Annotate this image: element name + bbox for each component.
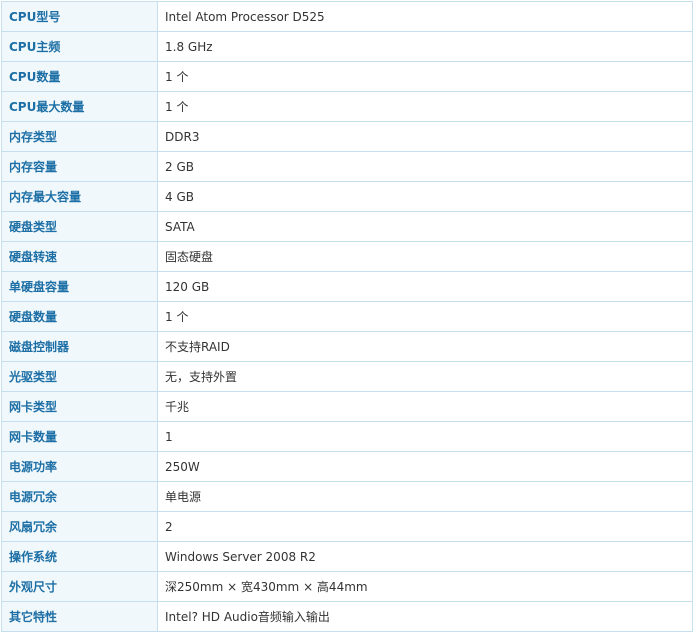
spec-value: 千兆 <box>157 391 693 422</box>
spec-value: 2 GB <box>157 151 693 182</box>
spec-key: 内存最大容量 <box>1 181 158 212</box>
spec-key: 电源功率 <box>1 451 158 482</box>
spec-row: 硬盘类型 SATA <box>1 211 693 242</box>
spec-row: 操作系统 Windows Server 2008 R2 <box>1 541 693 572</box>
spec-value: 1 个 <box>157 301 693 332</box>
spec-row: CPU数量 1 个 <box>1 61 693 92</box>
spec-value: 1.8 GHz <box>157 31 693 62</box>
spec-key: CPU数量 <box>1 61 158 92</box>
spec-key: 网卡数量 <box>1 421 158 452</box>
spec-table: CPU型号 Intel Atom Processor D525 CPU主频 1.… <box>1 1 693 632</box>
spec-row: 电源冗余 单电源 <box>1 481 693 512</box>
spec-value: 120 GB <box>157 271 693 302</box>
spec-key: 磁盘控制器 <box>1 331 158 362</box>
spec-key: 其它特性 <box>1 601 158 632</box>
spec-row: 风扇冗余 2 <box>1 511 693 542</box>
spec-row: 网卡数量 1 <box>1 421 693 452</box>
spec-key: 硬盘类型 <box>1 211 158 242</box>
spec-value: 固态硬盘 <box>157 241 693 272</box>
spec-key: 单硬盘容量 <box>1 271 158 302</box>
spec-key: 内存类型 <box>1 121 158 152</box>
spec-row: CPU型号 Intel Atom Processor D525 <box>1 1 693 32</box>
spec-key: 电源冗余 <box>1 481 158 512</box>
spec-row: 硬盘数量 1 个 <box>1 301 693 332</box>
spec-value: DDR3 <box>157 121 693 152</box>
spec-row: 电源功率 250W <box>1 451 693 482</box>
spec-row: 内存类型 DDR3 <box>1 121 693 152</box>
spec-row: CPU最大数量 1 个 <box>1 91 693 122</box>
spec-key: 内存容量 <box>1 151 158 182</box>
spec-value: Intel? HD Audio音频输入输出 <box>157 601 693 632</box>
spec-value: 1 个 <box>157 61 693 92</box>
spec-key: 风扇冗余 <box>1 511 158 542</box>
spec-key: CPU主频 <box>1 31 158 62</box>
spec-value: 4 GB <box>157 181 693 212</box>
spec-value: 250W <box>157 451 693 482</box>
spec-value: Windows Server 2008 R2 <box>157 541 693 572</box>
spec-value: SATA <box>157 211 693 242</box>
spec-table-body: CPU型号 Intel Atom Processor D525 CPU主频 1.… <box>1 1 693 632</box>
spec-value: 不支持RAID <box>157 331 693 362</box>
spec-row: 内存容量 2 GB <box>1 151 693 182</box>
spec-value: 1 个 <box>157 91 693 122</box>
spec-value: 单电源 <box>157 481 693 512</box>
spec-value: 无，支持外置 <box>157 361 693 392</box>
spec-row: 磁盘控制器 不支持RAID <box>1 331 693 362</box>
spec-row: 网卡类型 千兆 <box>1 391 693 422</box>
spec-row: 硬盘转速 固态硬盘 <box>1 241 693 272</box>
spec-key: 光驱类型 <box>1 361 158 392</box>
spec-key: 硬盘数量 <box>1 301 158 332</box>
spec-key: CPU型号 <box>1 1 158 32</box>
spec-row: CPU主频 1.8 GHz <box>1 31 693 62</box>
spec-value: 2 <box>157 511 693 542</box>
spec-key: CPU最大数量 <box>1 91 158 122</box>
spec-row: 外观尺寸 深250mm × 宽430mm × 高44mm <box>1 571 693 602</box>
spec-row: 单硬盘容量 120 GB <box>1 271 693 302</box>
spec-row: 内存最大容量 4 GB <box>1 181 693 212</box>
spec-value: 1 <box>157 421 693 452</box>
spec-value: 深250mm × 宽430mm × 高44mm <box>157 571 693 602</box>
spec-key: 网卡类型 <box>1 391 158 422</box>
spec-row: 光驱类型 无，支持外置 <box>1 361 693 392</box>
spec-row: 其它特性 Intel? HD Audio音频输入输出 <box>1 601 693 632</box>
spec-key: 外观尺寸 <box>1 571 158 602</box>
spec-key: 硬盘转速 <box>1 241 158 272</box>
spec-value: Intel Atom Processor D525 <box>157 1 693 32</box>
spec-key: 操作系统 <box>1 541 158 572</box>
